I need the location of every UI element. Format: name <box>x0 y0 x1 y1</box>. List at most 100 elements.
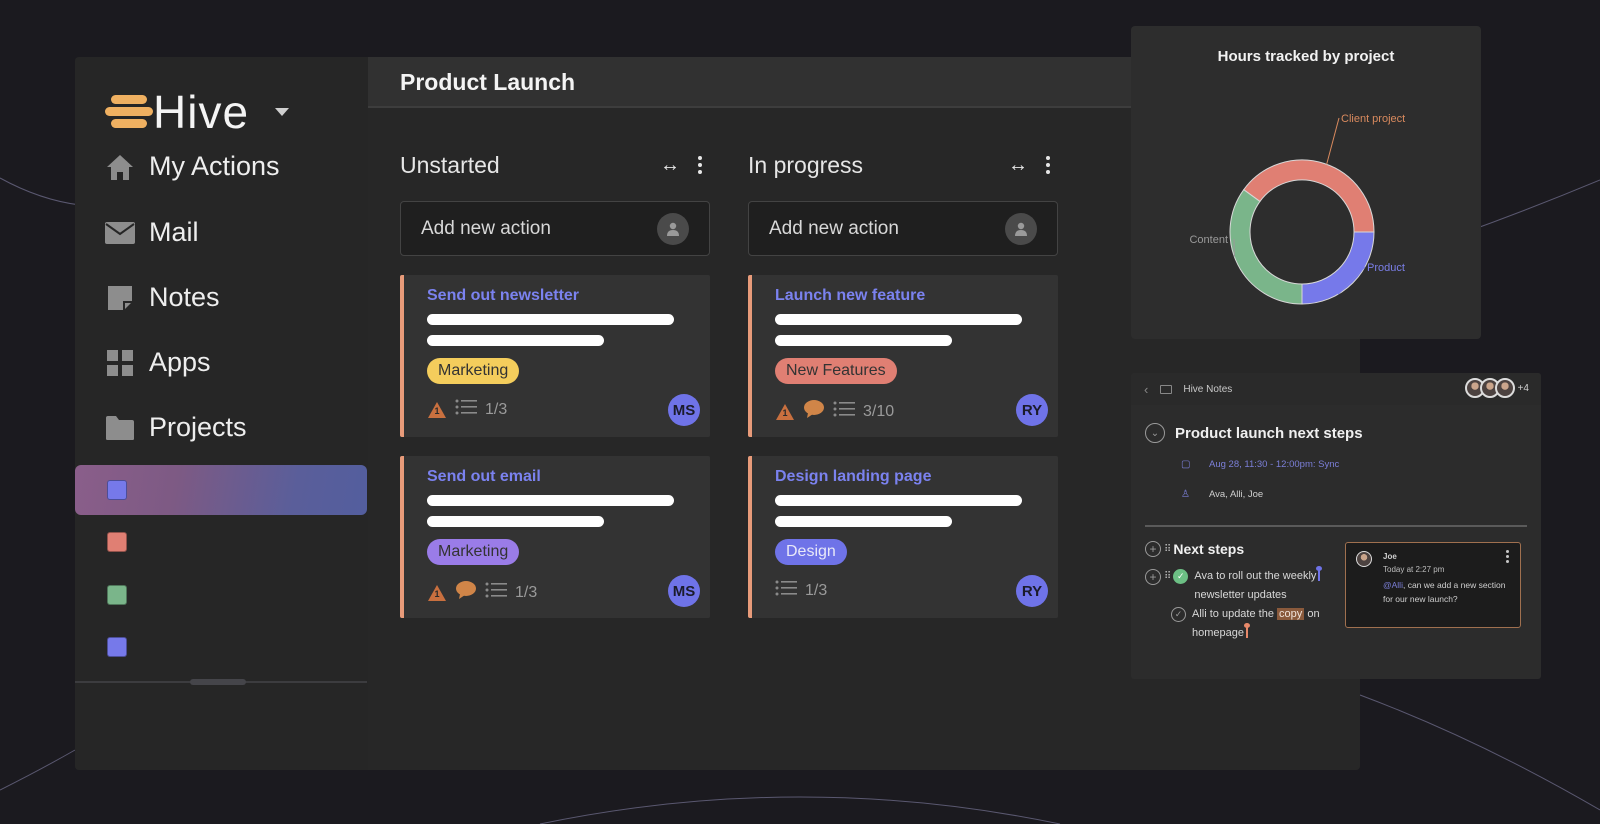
slice-label: Product <box>1367 262 1405 274</box>
card-meta: 1 3/10 <box>775 399 894 424</box>
action-card[interactable]: Send out email Marketing 1 1/3 MS <box>400 456 710 618</box>
kanban-column-in-progress: In progress ↔ Add new action <box>748 145 1058 256</box>
assignee-avatar[interactable]: MS <box>668 575 700 607</box>
sidebar-item-mail[interactable]: Mail <box>105 217 199 248</box>
description-placeholder-line <box>775 314 1022 325</box>
chevron-left-icon[interactable]: ‹ <box>1144 382 1148 397</box>
assignee-avatar[interactable]: MS <box>668 394 700 426</box>
card-title[interactable]: Launch new feature <box>775 287 925 305</box>
description-placeholder-line <box>427 495 674 506</box>
drag-handle-icon[interactable]: ⠿ <box>1164 567 1171 586</box>
description-placeholder-line <box>427 335 604 346</box>
assignee-avatar[interactable]: RY <box>1016 394 1048 426</box>
breadcrumb[interactable]: Hive Notes <box>1183 384 1232 395</box>
comment-card[interactable]: Joe Today at 2:27 pm @Alli, can we add a… <box>1345 542 1521 628</box>
leader-line <box>1326 117 1340 165</box>
sidebar-item-projects[interactable]: Projects <box>105 412 247 443</box>
project-item-2[interactable] <box>75 517 367 567</box>
nav-label: Notes <box>149 282 220 312</box>
collaborator-avatars[interactable]: +4 <box>1464 378 1529 398</box>
subtask-count: 1/3 <box>805 581 828 599</box>
project-item-3[interactable] <box>75 570 367 620</box>
warning-icon: 1 <box>427 584 447 602</box>
card-title[interactable]: Send out email <box>427 468 541 486</box>
project-color-swatch <box>107 480 127 500</box>
project-item-1[interactable] <box>75 465 367 515</box>
description-placeholder-line <box>427 516 604 527</box>
drag-handle-icon[interactable]: ⠿ <box>1164 544 1171 555</box>
checklist-icon <box>833 401 855 422</box>
checkbox-checked-icon[interactable]: ✓ <box>1173 569 1189 584</box>
checklist-icon <box>775 580 797 601</box>
sidebar-item-apps[interactable]: Apps <box>105 347 211 378</box>
notes-title: Product launch next steps <box>1175 424 1363 442</box>
description-placeholder-line <box>775 335 952 346</box>
add-new-action-input[interactable]: Add new action <box>748 201 1058 256</box>
column-title: Unstarted <box>400 151 500 178</box>
sidebar-item-my-actions[interactable]: My Actions <box>105 151 280 182</box>
action-card[interactable]: Design landing page Design 1/3 RY <box>748 456 1058 618</box>
note-icon <box>105 283 135 313</box>
calendar-icon: ▢ <box>1181 459 1191 470</box>
expand-arrows-icon[interactable]: ↔ <box>660 154 680 177</box>
slice-label: Client project <box>1341 113 1405 125</box>
todo-item: ✓ Alli to update the copy on homepage <box>1171 605 1320 643</box>
grid-icon <box>105 348 135 378</box>
collapse-chevron-icon[interactable]: ⌄ <box>1145 423 1165 443</box>
more-vertical-icon[interactable] <box>698 156 704 174</box>
notes-divider <box>1145 525 1527 527</box>
sidebar-resize-handle[interactable] <box>190 679 246 685</box>
todo-item: + ⠿ ✓ Ava to roll out the weekly newslet… <box>1145 566 1323 605</box>
nav-label: Apps <box>149 347 211 377</box>
action-card[interactable]: Launch new feature New Features 1 3/10 RY <box>748 275 1058 437</box>
assignee-placeholder-icon[interactable] <box>1005 212 1037 245</box>
donut-chart: Client project Product Content <box>1189 113 1405 305</box>
label-tag[interactable]: Marketing <box>427 358 520 384</box>
checklist-icon <box>485 582 507 603</box>
nav-label: Mail <box>149 217 199 247</box>
label-tag[interactable]: New Features <box>775 358 897 384</box>
card-title[interactable]: Design landing page <box>775 468 931 486</box>
sidebar: Hive My Actions Mail Notes Apps Projects <box>75 57 368 770</box>
comment-icon <box>803 399 825 424</box>
add-block-icon[interactable]: + <box>1145 569 1161 585</box>
warning-icon: 1 <box>775 403 795 421</box>
expand-arrows-icon[interactable]: ↔ <box>1008 154 1028 177</box>
sidebar-item-notes[interactable]: Notes <box>105 282 220 313</box>
add-block-icon[interactable]: + <box>1145 541 1161 557</box>
assignee-placeholder-icon[interactable] <box>657 212 689 245</box>
notes-toolbar: ‹ Hive Notes +4 <box>1131 373 1541 405</box>
folder-icon <box>105 413 135 443</box>
comment-time: Today at 2:27 pm <box>1383 565 1445 574</box>
workspace-switcher[interactable]: Hive <box>105 85 290 139</box>
checkbox-unchecked-icon[interactable]: ✓ <box>1171 607 1186 622</box>
description-placeholder-line <box>427 314 674 325</box>
action-card[interactable]: Send out newsletter Marketing 1 1/3 MS <box>400 275 710 437</box>
donut-slice-product[interactable] <box>1301 231 1375 305</box>
donut-slice-client-project[interactable] <box>1243 159 1375 233</box>
label-tag[interactable]: Design <box>775 539 847 565</box>
avatar <box>1494 378 1515 398</box>
assignee-avatar[interactable]: RY <box>1016 575 1048 607</box>
subtask-count: 3/10 <box>863 402 895 420</box>
caret-down-icon[interactable] <box>275 108 290 116</box>
collaborator-cursor <box>1244 623 1250 638</box>
project-item-4[interactable] <box>75 622 367 672</box>
add-new-action-input[interactable]: Add new action <box>400 201 710 256</box>
more-vertical-icon[interactable] <box>1046 156 1052 174</box>
logo-text: Hive <box>153 86 250 138</box>
add-action-placeholder: Add new action <box>421 217 551 239</box>
collaborator-cursor <box>1316 566 1323 581</box>
mention[interactable]: @Alli <box>1383 580 1403 590</box>
notes-attendees: ♙ Ava, Alli, Joe <box>1181 489 1264 500</box>
notes-title-row: ⌄ Product launch next steps <box>1145 423 1363 443</box>
project-color-swatch <box>107 532 127 552</box>
donut-slice-content[interactable] <box>1229 188 1303 305</box>
label-tag[interactable]: Marketing <box>427 539 520 565</box>
notes-event[interactable]: ▢ Aug 28, 11:30 - 12:00pm: Sync <box>1181 459 1339 470</box>
description-placeholder-line <box>775 495 1022 506</box>
more-collaborators-count: +4 <box>1517 382 1529 394</box>
more-vertical-icon[interactable] <box>1506 550 1509 563</box>
card-title[interactable]: Send out newsletter <box>427 287 579 305</box>
nav-label: Projects <box>149 412 247 442</box>
